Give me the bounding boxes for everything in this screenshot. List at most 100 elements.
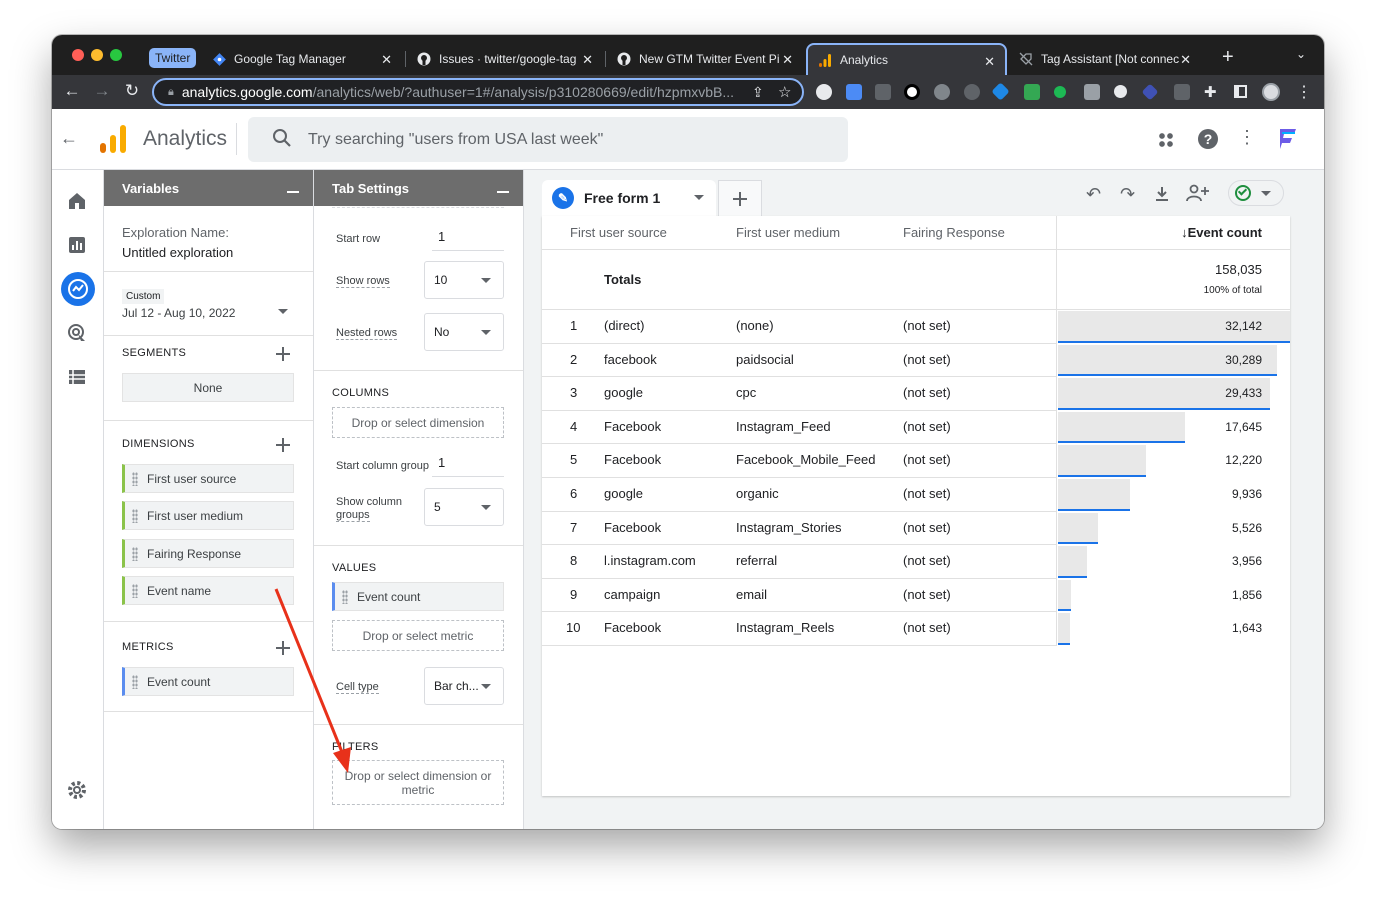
drag-handle-icon[interactable] [132,547,138,561]
extension-icon[interactable] [1024,84,1040,100]
table-row[interactable]: 8 l.instagram.com referral (not set) 3,956 [542,545,1290,579]
column-header-medium[interactable]: First user medium [736,225,840,240]
column-header-source[interactable]: First user source [570,225,667,240]
show-rows-select[interactable]: 10 [424,261,504,299]
bookmark-star-icon[interactable]: ☆ [778,83,791,101]
account-logo-icon[interactable] [1274,125,1300,156]
extension-icon[interactable] [1141,83,1159,101]
configure-icon[interactable] [66,366,90,390]
add-metric-icon[interactable] [276,641,290,655]
reload-icon[interactable]: ↻ [121,81,143,101]
help-icon[interactable]: ? [1198,129,1218,149]
tab-github-issues[interactable]: Issues · twitter/google-tag ✕ [407,43,603,75]
tab-free-form[interactable]: ✎ Free form 1 [542,180,716,216]
extension-icon[interactable] [964,84,980,100]
redo-icon[interactable]: ↷ [1120,184,1135,205]
add-segment-icon[interactable] [276,347,290,361]
new-tab-button[interactable]: + [1222,46,1234,69]
extension-icon[interactable] [904,84,920,100]
close-tab-icon[interactable]: ✕ [984,54,995,70]
apps-grid-icon[interactable] [1158,132,1174,148]
tab-tag-assistant[interactable]: Tag Assistant [Not connec ✕ [1009,43,1201,75]
table-row[interactable]: 3 google cpc (not set) 29,433 [542,377,1290,411]
tab-github-pr[interactable]: New GTM Twitter Event Pi ✕ [607,43,803,75]
show-column-groups-select[interactable]: 5 [424,488,504,526]
values-drop-zone[interactable]: Drop or select metric [332,620,504,651]
drag-handle-icon[interactable] [132,675,138,689]
avatar[interactable] [1262,83,1280,101]
minimize-icon[interactable] [497,191,509,193]
download-icon[interactable] [1153,185,1171,208]
close-tab-icon[interactable]: ✕ [1180,52,1191,68]
undo-icon[interactable]: ↶ [1086,184,1101,205]
address-bar[interactable]: 🔒︎ analytics.google.com/analytics/web/?a… [152,78,804,106]
more-vertical-icon[interactable]: ⋮ [1296,82,1312,102]
table-row[interactable]: 1 (direct) (none) (not set) 32,142 [542,310,1290,344]
table-row[interactable]: 2 facebook paidsocial (not set) 30,289 [542,344,1290,378]
more-vertical-icon[interactable]: ⋮ [1238,127,1256,148]
drag-handle-icon[interactable] [132,509,138,523]
dimension-chip[interactable]: Fairing Response [122,539,294,568]
value-chip[interactable]: Event count [332,582,504,611]
dimension-chip[interactable]: First user source [122,464,294,493]
explore-icon[interactable] [61,272,95,306]
status-button[interactable] [1228,180,1284,206]
reports-icon[interactable] [66,234,90,258]
columns-drop-zone[interactable]: Drop or select dimension [332,407,504,438]
back-arrow-icon[interactable]: ← [61,81,83,101]
extension-icon[interactable] [816,84,832,100]
close-window-button[interactable] [72,49,84,61]
share-users-icon[interactable] [1186,184,1210,207]
extension-icon[interactable] [991,82,1010,101]
table-row[interactable]: 6 google organic (not set) 9,936 [542,478,1290,512]
drag-handle-icon[interactable] [132,584,138,598]
table-row[interactable]: 9 campaign email (not set) 1,856 [542,579,1290,613]
side-panel-icon[interactable] [1234,85,1247,98]
add-dimension-icon[interactable] [276,438,290,452]
table-row[interactable]: 4 Facebook Instagram_Feed (not set) 17,645 [542,411,1290,445]
extension-icon[interactable] [934,84,950,100]
settings-gear-icon[interactable] [66,779,90,803]
minimize-window-button[interactable] [91,49,103,61]
close-tab-icon[interactable]: ✕ [582,52,593,68]
share-icon[interactable]: ⇪ [752,84,764,101]
search-input[interactable]: Try searching "users from USA last week" [248,117,848,162]
start-row-input[interactable]: 1 [432,227,504,251]
back-arrow-icon[interactable]: ← [60,128,78,149]
add-tab-button[interactable] [718,180,762,216]
dimension-chip[interactable]: Event name [122,576,294,605]
table-row[interactable]: 10 Facebook Instagram_Reels (not set) 1,643 [542,612,1290,646]
metric-chip[interactable]: Event count [122,667,294,696]
extension-icon[interactable] [846,84,862,100]
forward-arrow-icon[interactable]: → [91,81,113,101]
drag-handle-icon[interactable] [342,590,348,604]
analytics-logo-icon[interactable] [100,125,126,158]
filters-drop-zone[interactable]: Drop or select dimension or metric [332,760,504,805]
chevron-down-icon[interactable] [694,195,704,200]
zoom-window-button[interactable] [110,49,122,61]
nested-rows-select[interactable]: No [424,313,504,351]
column-header-fairing[interactable]: Fairing Response [903,225,1005,240]
table-row[interactable]: 7 Facebook Instagram_Stories (not set) 5,526 [542,512,1290,546]
start-column-group-input[interactable]: 1 [432,453,504,477]
close-tab-icon[interactable]: ✕ [782,52,793,68]
dimension-chip[interactable]: First user medium [122,501,294,530]
table-row[interactable]: 5 Facebook Facebook_Mobile_Feed (not set) 12… [542,444,1290,478]
date-range-picker[interactable]: Jul 12 - Aug 10, 2022 [122,304,294,324]
chevron-down-icon[interactable]: ⌄ [1296,47,1306,61]
extension-icon[interactable] [1174,84,1190,100]
extension-icon[interactable] [1084,84,1100,100]
home-icon[interactable] [66,190,90,214]
advertising-icon[interactable] [66,322,90,346]
extension-icon[interactable] [1114,85,1127,98]
tab-group-label[interactable]: Twitter [149,48,197,68]
cell-type-select[interactable]: Bar ch... [424,667,504,705]
tab-analytics[interactable]: Analytics ✕ [806,43,1007,75]
close-tab-icon[interactable]: ✕ [381,52,392,68]
puzzle-extensions-icon[interactable]: ✚ [1204,83,1217,101]
column-header-event-count[interactable]: ↓Event count [1162,225,1262,240]
extension-icon[interactable] [875,84,891,100]
minimize-icon[interactable] [287,191,299,193]
exploration-name-input[interactable]: Untitled exploration [122,245,233,260]
drag-handle-icon[interactable] [132,472,138,486]
